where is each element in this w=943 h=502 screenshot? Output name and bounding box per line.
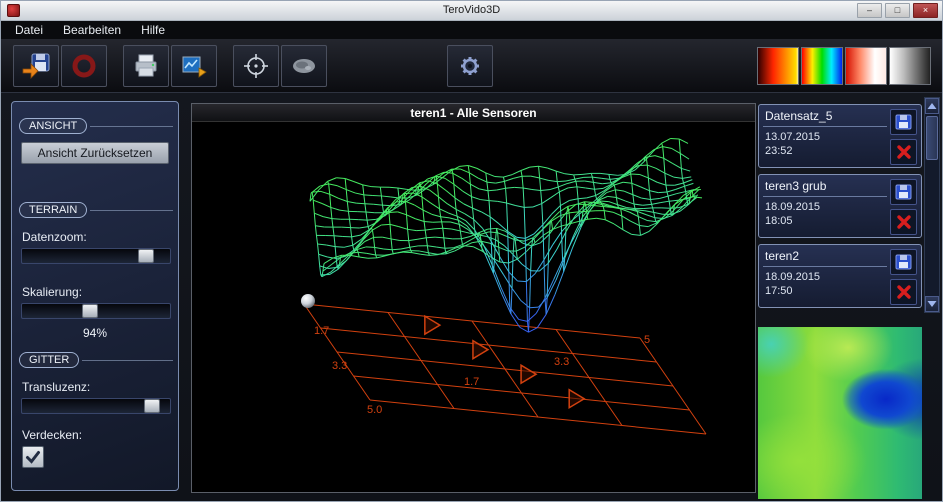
viewport-title: teren1 - Alle Sensoren: [192, 104, 755, 122]
check-icon: [25, 449, 41, 465]
divider: [763, 126, 887, 127]
group-divider: [90, 210, 173, 211]
slider-handle[interactable]: [82, 304, 98, 318]
menu-bar: Datei Bearbeiten Hilfe: [1, 21, 942, 39]
group-divider: [90, 126, 173, 127]
scroll-up-button[interactable]: [925, 98, 939, 114]
title-bar[interactable]: TeroVido3D – □ ×: [1, 1, 942, 21]
colormap-rainbow-button[interactable]: [801, 47, 843, 85]
menu-datei[interactable]: Datei: [5, 23, 53, 37]
colormap-grayscale-button[interactable]: [889, 47, 931, 85]
datenzoom-slider[interactable]: [21, 248, 171, 264]
printer-icon: [131, 52, 161, 80]
verdecken-label: Verdecken:: [22, 428, 82, 442]
dataset-name: teren2: [765, 249, 799, 263]
group-header-ansicht: ANSICHT: [19, 118, 173, 134]
scrollbar-thumb[interactable]: [926, 116, 938, 160]
scrollbar-track[interactable]: [925, 114, 939, 296]
floppy-icon: [895, 254, 912, 270]
floppy-icon: [895, 114, 912, 130]
window-title: TeroVido3D: [1, 4, 942, 16]
transluzenz-label: Transluzenz:: [22, 380, 90, 394]
record-ring-icon: [69, 52, 99, 80]
delete-x-icon: [896, 284, 912, 300]
dataset-name: teren3 grub: [765, 179, 826, 193]
group-divider: [82, 360, 173, 361]
dataset-time: 23:52: [765, 145, 793, 157]
svg-text:3.3: 3.3: [554, 356, 569, 368]
center-view-button[interactable]: [233, 45, 279, 87]
minimize-button[interactable]: –: [857, 3, 882, 18]
dataset-save-button[interactable]: [890, 109, 917, 135]
skalierung-slider[interactable]: [21, 303, 171, 319]
svg-text:5: 5: [644, 334, 650, 346]
group-header-terrain: TERRAIN: [19, 202, 173, 218]
gear-icon: [455, 52, 485, 80]
dataset-save-button[interactable]: [890, 249, 917, 275]
transluzenz-slider[interactable]: [21, 398, 171, 414]
record-button[interactable]: [61, 45, 107, 87]
floppy-icon: [895, 184, 912, 200]
group-label-terrain: TERRAIN: [19, 202, 87, 218]
svg-text:1.7: 1.7: [314, 325, 329, 337]
heatmap-thumbnail[interactable]: [758, 327, 922, 499]
menu-hilfe[interactable]: Hilfe: [131, 23, 175, 37]
dataset-date: 13.07.2015: [765, 131, 820, 143]
close-button[interactable]: ×: [913, 3, 938, 18]
skalierung-label: Skalierung:: [22, 285, 82, 299]
settings-panel: ANSICHT Ansicht Zurücksetzen TERRAIN Dat…: [11, 101, 179, 491]
arrow-up-icon: [927, 102, 937, 110]
dataset-save-button[interactable]: [890, 179, 917, 205]
dataset-time: 17:50: [765, 285, 793, 297]
dataset-card[interactable]: teren3 grub 18.09.2015 18:05: [758, 174, 922, 238]
verdecken-checkbox[interactable]: [22, 446, 44, 468]
dataset-time: 18:05: [765, 215, 793, 227]
dataset-date: 18.09.2015: [765, 271, 820, 283]
group-header-gitter: GITTER: [19, 352, 173, 368]
colormap-hot-button[interactable]: [757, 47, 799, 85]
crosshair-icon: [241, 52, 271, 80]
export-chart-icon: [179, 52, 209, 80]
terrain-3d-scene[interactable]: 5 3.3 1.7 1.7 3.3 5.0: [192, 122, 755, 492]
dataset-delete-button[interactable]: [890, 209, 917, 235]
settings-button[interactable]: [447, 45, 493, 87]
toolbar: [1, 39, 942, 93]
print-button[interactable]: [123, 45, 169, 87]
svg-text:5.0: 5.0: [367, 404, 382, 416]
group-label-ansicht: ANSICHT: [19, 118, 87, 134]
show-heatmap-button[interactable]: [281, 45, 327, 87]
slider-handle[interactable]: [138, 249, 154, 263]
dataset-delete-button[interactable]: [890, 139, 917, 165]
svg-text:1.7: 1.7: [464, 376, 479, 388]
maximize-button[interactable]: □: [885, 3, 910, 18]
save-dataset-button[interactable]: [13, 45, 59, 87]
window-controls: – □ ×: [857, 3, 938, 18]
save-icon: [21, 52, 51, 80]
divider: [763, 266, 887, 267]
group-label-gitter: GITTER: [19, 352, 79, 368]
scroll-down-button[interactable]: [925, 296, 939, 312]
scan-blob-icon: [289, 52, 319, 80]
skalierung-value: 94%: [12, 326, 178, 340]
dataset-card[interactable]: teren2 18.09.2015 17:50: [758, 244, 922, 308]
dataset-delete-button[interactable]: [890, 279, 917, 305]
app-window: TeroVido3D – □ × Datei Bearbeiten Hilfe: [0, 0, 943, 502]
arrow-down-icon: [927, 300, 937, 308]
delete-x-icon: [896, 214, 912, 230]
datenzoom-label: Datenzoom:: [22, 230, 87, 244]
svg-text:3.3: 3.3: [332, 360, 347, 372]
dataset-date: 18.09.2015: [765, 201, 820, 213]
dataset-card[interactable]: Datensatz_5 13.07.2015 23:52: [758, 104, 922, 168]
delete-x-icon: [896, 144, 912, 160]
viewport-3d[interactable]: teren1 - Alle Sensoren 5 3.3 1.7 1.7 3.3 5.0: [191, 103, 756, 493]
slider-handle[interactable]: [144, 399, 160, 413]
dataset-scrollbar[interactable]: [924, 97, 940, 313]
reset-view-button[interactable]: Ansicht Zurücksetzen: [21, 142, 169, 164]
dataset-name: Datensatz_5: [765, 109, 832, 123]
export-view-button[interactable]: [171, 45, 217, 87]
colormap-red-white-button[interactable]: [845, 47, 887, 85]
menu-bearbeiten[interactable]: Bearbeiten: [53, 23, 131, 37]
divider: [763, 196, 887, 197]
